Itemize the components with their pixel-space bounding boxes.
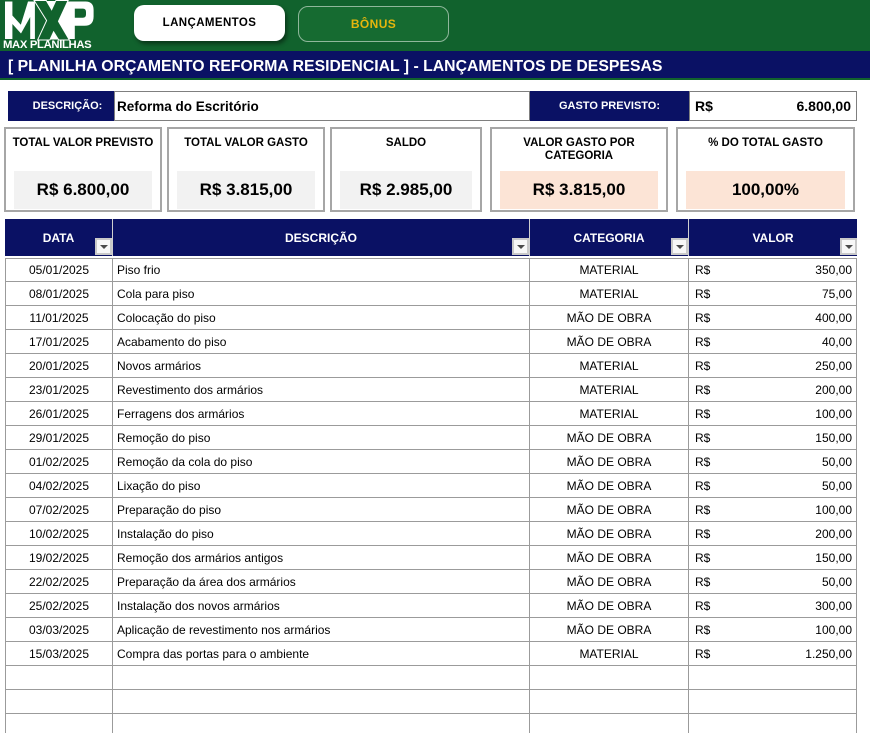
svg-text:MAX PLANILHAS: MAX PLANILHAS — [3, 39, 92, 51]
